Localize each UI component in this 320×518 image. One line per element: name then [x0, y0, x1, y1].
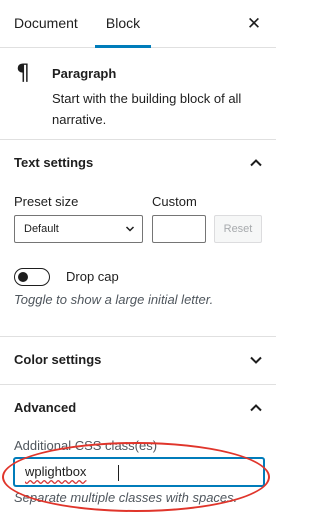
toggle-knob: [18, 272, 28, 282]
text-caret: [118, 465, 119, 481]
reset-button[interactable]: Reset: [214, 215, 262, 243]
panel-title-color-settings: Color settings: [14, 352, 102, 367]
paragraph-icon: ¶: [16, 61, 30, 86]
close-icon[interactable]: ✕: [242, 12, 266, 36]
panel-advanced-toggle[interactable]: Advanced: [0, 385, 276, 431]
sidebar-tabs: Document Block ✕: [0, 0, 276, 48]
drop-cap-help: Toggle to show a large initial letter.: [14, 292, 214, 307]
tab-document[interactable]: Document: [14, 0, 78, 47]
block-title: Paragraph: [52, 66, 117, 81]
css-class-value: wplightbox: [25, 464, 87, 479]
panel-color-settings-toggle[interactable]: Color settings: [0, 337, 276, 383]
preset-size-label: Preset size: [14, 194, 79, 209]
preset-size-select[interactable]: Default: [14, 215, 143, 243]
chevron-down-icon: [125, 226, 135, 232]
tab-block[interactable]: Block: [95, 0, 151, 48]
preset-size-value: Default: [24, 223, 59, 235]
drop-cap-label: Drop cap: [66, 269, 119, 284]
css-class-help: Separate multiple classes with spaces.: [14, 490, 238, 505]
custom-size-label: Custom: [152, 194, 197, 209]
css-class-label: Additional CSS class(es): [14, 438, 158, 453]
block-description: Start with the building block of all nar…: [52, 91, 242, 127]
panel-title-advanced: Advanced: [14, 400, 77, 415]
drop-cap-toggle[interactable]: [14, 268, 50, 286]
panel-text-settings-toggle[interactable]: Text settings: [0, 140, 276, 186]
custom-size-input[interactable]: [152, 215, 206, 243]
chevron-up-icon: [250, 404, 262, 412]
chevron-up-icon: [250, 159, 262, 167]
block-card: ¶ Paragraph Start with the building bloc…: [0, 48, 276, 140]
panel-title-text-settings: Text settings: [14, 155, 94, 170]
css-class-input[interactable]: wplightbox: [14, 458, 264, 486]
chevron-down-icon: [250, 356, 262, 364]
